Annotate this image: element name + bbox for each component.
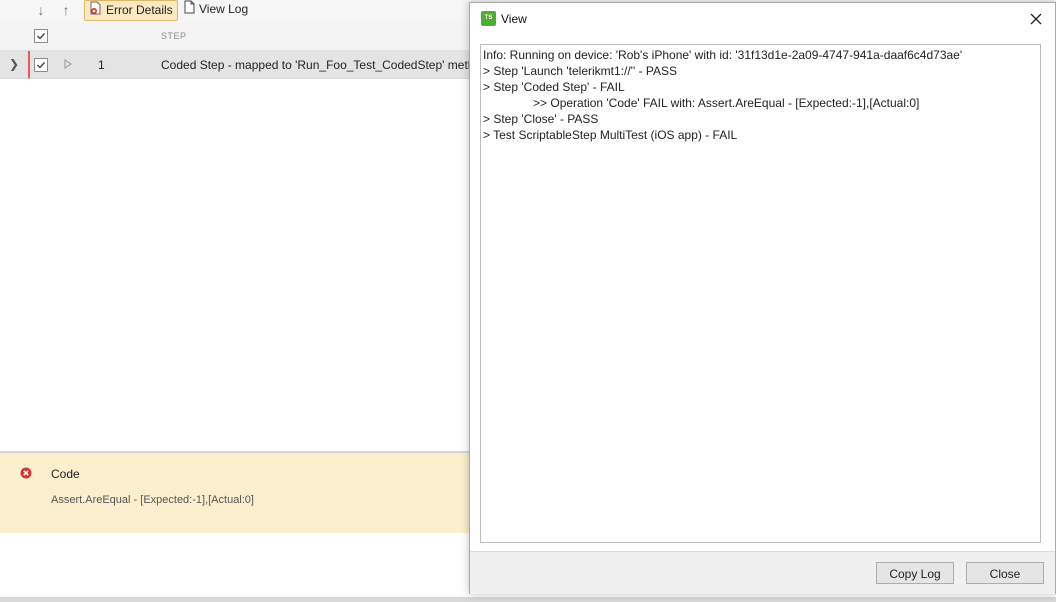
log-line: > Step 'Coded Step' - FAIL — [483, 80, 625, 94]
step-number: 1 — [98, 58, 105, 72]
status-strip — [0, 597, 1056, 602]
error-icon — [20, 467, 32, 482]
close-icon[interactable] — [1028, 11, 1044, 27]
step-description: Coded Step - mapped to 'Run_Foo_Test_Cod… — [161, 58, 492, 72]
log-textarea[interactable]: Info: Running on device: 'Rob's iPhone' … — [480, 44, 1041, 543]
document-icon — [184, 0, 196, 20]
view-log-button[interactable]: View Log — [180, 0, 252, 19]
chevron-right-icon[interactable]: ❯ — [9, 57, 19, 71]
dialog-footer: Copy Log Close — [470, 551, 1055, 594]
error-details-label: Error Details — [106, 3, 173, 18]
play-icon[interactable] — [64, 58, 72, 72]
view-log-dialog: TS View Info: Running on device: 'Rob's … — [469, 2, 1056, 594]
close-button[interactable]: Close — [966, 562, 1044, 584]
error-details-button[interactable]: Error Details — [84, 0, 178, 21]
select-all-checkbox[interactable] — [34, 29, 48, 43]
copy-log-button[interactable]: Copy Log — [876, 562, 954, 584]
log-line: > Step 'Launch 'telerikmt1://'' - PASS — [483, 64, 678, 78]
view-log-label: View Log — [199, 2, 249, 17]
arrow-up-icon[interactable]: ↑ — [57, 1, 75, 19]
grid-header: STEP — [0, 22, 470, 51]
error-title: Code — [51, 467, 80, 481]
error-indicator — [28, 51, 30, 78]
row-checkbox[interactable] — [34, 58, 48, 72]
table-row[interactable]: ❯ 1 Coded Step - mapped to 'Run_Foo_Test… — [0, 51, 491, 79]
error-message: Assert.AreEqual - [Expected:-1],[Actual:… — [51, 494, 254, 506]
log-line: > Test ScriptableStep MultiTest (iOS app… — [483, 128, 738, 142]
step-column-header[interactable]: STEP — [161, 31, 187, 41]
arrow-down-icon[interactable]: ↓ — [32, 1, 50, 19]
log-line: Info: Running on device: 'Rob's iPhone' … — [483, 48, 963, 62]
log-line: >> Operation 'Code' FAIL with: Assert.Ar… — [483, 96, 920, 110]
log-line: > Step 'Close' - PASS — [483, 112, 599, 126]
dialog-title: View — [501, 12, 527, 26]
app-logo-icon: TS — [481, 11, 496, 26]
error-panel: Code Assert.AreEqual - [Expected:-1],[Ac… — [0, 453, 470, 533]
error-details-icon — [89, 1, 103, 21]
